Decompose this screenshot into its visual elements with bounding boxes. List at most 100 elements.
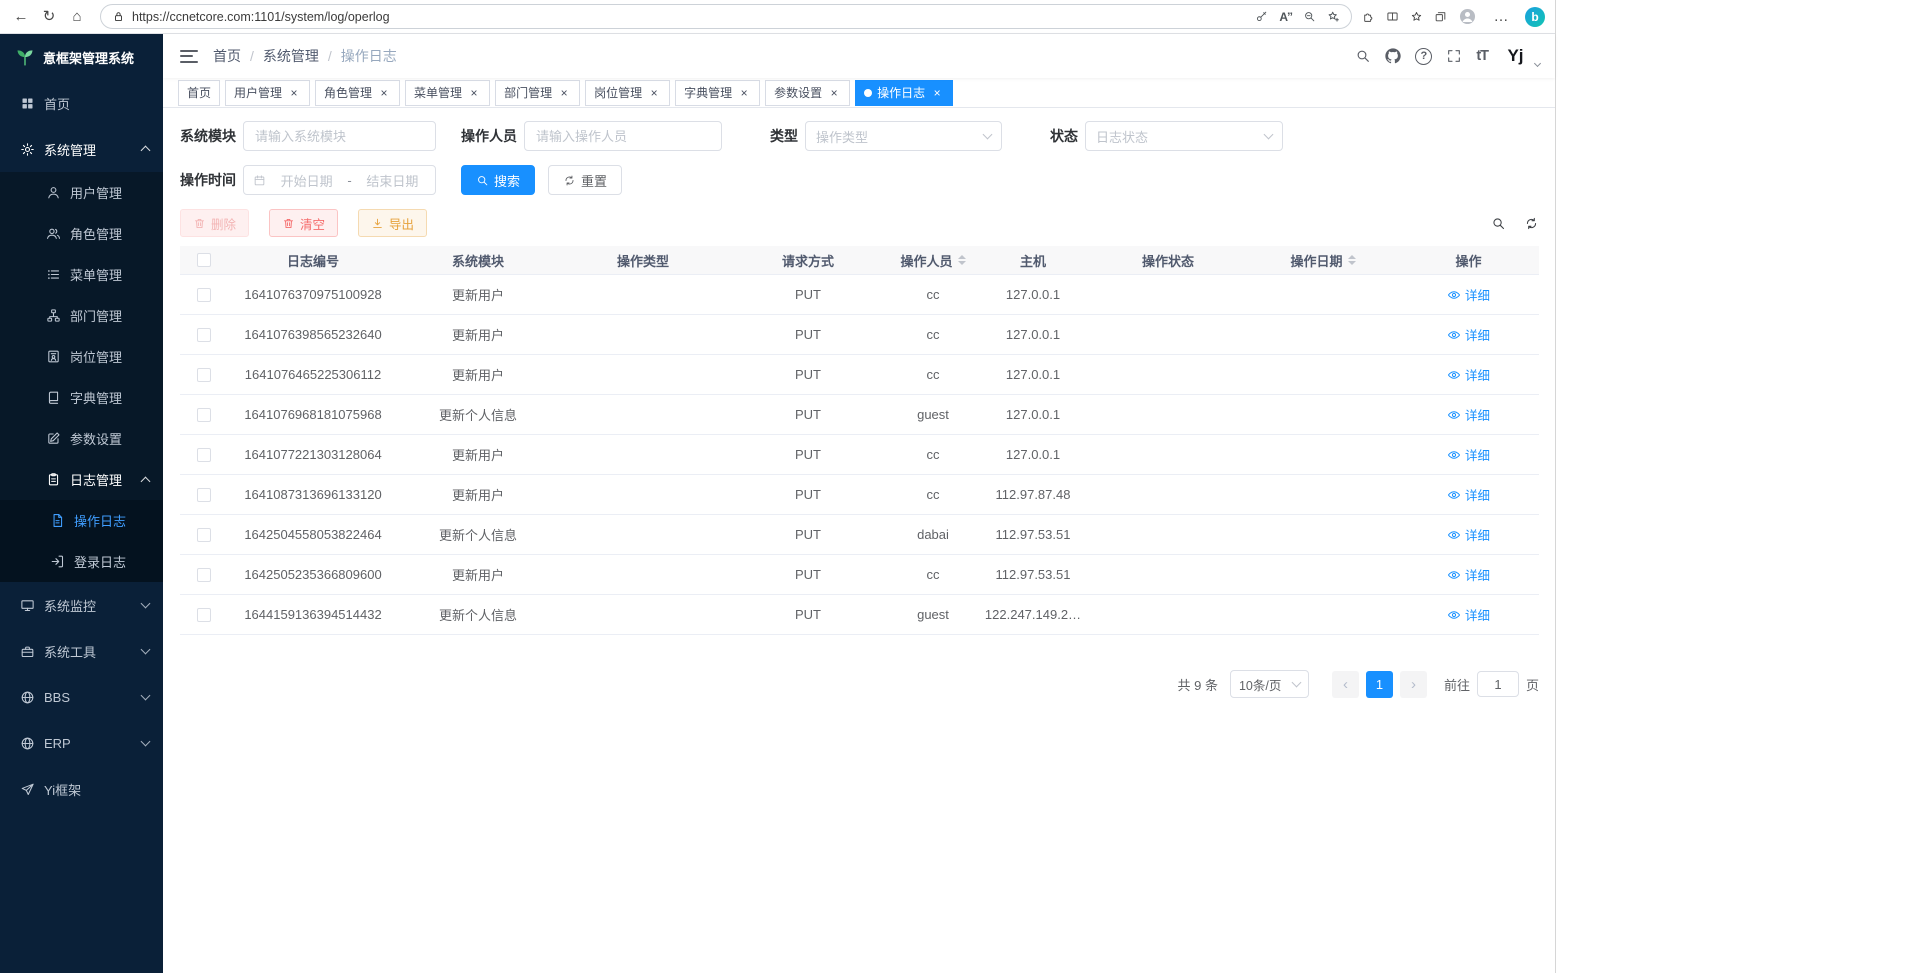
- profile-avatar-icon[interactable]: [1458, 7, 1477, 26]
- prev-page-button[interactable]: ‹: [1332, 671, 1359, 698]
- row-checkbox[interactable]: [197, 448, 211, 462]
- row-checkbox[interactable]: [197, 408, 211, 422]
- sidebar-item-system-mgmt[interactable]: 系统管理: [0, 126, 163, 172]
- close-icon[interactable]: ×: [467, 86, 481, 100]
- breadcrumb-system-mgmt[interactable]: 系统管理: [263, 46, 319, 66]
- detail-link[interactable]: 详细: [1447, 285, 1490, 304]
- favorites-bar-icon[interactable]: [1410, 10, 1423, 23]
- row-checkbox[interactable]: [197, 368, 211, 382]
- sidebar-item-dept-mgmt[interactable]: 部门管理: [0, 295, 163, 336]
- next-page-button[interactable]: ›: [1400, 671, 1427, 698]
- page-size-select[interactable]: 10条/页: [1230, 670, 1309, 698]
- breadcrumb-home[interactable]: 首页: [213, 46, 241, 66]
- close-icon[interactable]: ×: [647, 86, 661, 100]
- row-checkbox[interactable]: [197, 328, 211, 342]
- page-1-button[interactable]: 1: [1366, 671, 1393, 698]
- sort-caret[interactable]: [958, 255, 966, 265]
- sidebar-item-dict-mgmt[interactable]: 字典管理: [0, 377, 163, 418]
- help-icon[interactable]: ?: [1415, 48, 1432, 65]
- clear-button[interactable]: 清空: [269, 209, 338, 237]
- close-icon[interactable]: ×: [827, 86, 841, 100]
- goto-page-input[interactable]: [1477, 671, 1519, 697]
- tab-menu-mgmt[interactable]: 菜单管理×: [405, 80, 490, 106]
- extensions-puzzle-icon[interactable]: [1362, 10, 1375, 23]
- detail-link[interactable]: 详细: [1447, 525, 1490, 544]
- detail-link[interactable]: 详细: [1447, 365, 1490, 384]
- status-select[interactable]: 日志状态: [1085, 121, 1283, 151]
- detail-link[interactable]: 详细: [1447, 405, 1490, 424]
- sidebar-item-login-log[interactable]: 登录日志: [0, 541, 163, 582]
- password-key-icon[interactable]: [1255, 10, 1268, 23]
- start-date-placeholder[interactable]: 开始日期: [273, 171, 340, 190]
- tab-home[interactable]: 首页: [178, 80, 220, 106]
- tab-param-settings[interactable]: 参数设置×: [765, 80, 850, 106]
- tab-operation-log[interactable]: 操作日志×: [855, 80, 953, 106]
- font-size-icon[interactable]: tT: [1476, 48, 1488, 64]
- operator-input[interactable]: [524, 121, 722, 151]
- date-range-picker[interactable]: 开始日期 - 结束日期: [243, 165, 436, 195]
- sidebar-item-post-mgmt[interactable]: 岗位管理: [0, 336, 163, 377]
- github-icon[interactable]: [1385, 48, 1401, 64]
- search-icon[interactable]: [1355, 48, 1371, 64]
- sidebar-item-role-mgmt[interactable]: 角色管理: [0, 213, 163, 254]
- sidebar-item-system-monitor[interactable]: 系统监控: [0, 582, 163, 628]
- reset-button[interactable]: 重置: [548, 165, 622, 195]
- close-icon[interactable]: ×: [737, 86, 751, 100]
- more-menu-icon[interactable]: …: [1488, 4, 1514, 30]
- sidebar-item-yi-framework[interactable]: Yi框架: [0, 766, 163, 812]
- type-select[interactable]: 操作类型: [805, 121, 1002, 151]
- sidebar-item-erp[interactable]: ERP: [0, 720, 163, 766]
- sidebar-item-menu-mgmt[interactable]: 菜单管理: [0, 254, 163, 295]
- sidebar-item-log-mgmt[interactable]: 日志管理: [0, 459, 163, 500]
- tab-dict-mgmt[interactable]: 字典管理×: [675, 80, 760, 106]
- back-icon[interactable]: ←: [8, 4, 34, 30]
- sidebar-item-user-mgmt[interactable]: 用户管理: [0, 172, 163, 213]
- detail-link[interactable]: 详细: [1447, 605, 1490, 624]
- row-checkbox[interactable]: [197, 288, 211, 302]
- sidebar-item-bbs[interactable]: BBS: [0, 674, 163, 720]
- refresh-icon[interactable]: [1524, 216, 1539, 231]
- close-icon[interactable]: ×: [287, 86, 301, 100]
- close-icon[interactable]: ×: [557, 86, 571, 100]
- close-icon[interactable]: ×: [930, 86, 944, 100]
- delete-button[interactable]: 删除: [180, 209, 249, 237]
- sidebar-item-home[interactable]: 首页: [0, 80, 163, 126]
- sort-caret[interactable]: [1348, 255, 1356, 265]
- split-screen-icon[interactable]: [1386, 10, 1399, 23]
- end-date-placeholder[interactable]: 结束日期: [359, 171, 426, 190]
- module-input[interactable]: [243, 121, 436, 151]
- export-button[interactable]: 导出: [358, 209, 427, 237]
- row-checkbox[interactable]: [197, 488, 211, 502]
- close-icon[interactable]: ×: [377, 86, 391, 100]
- detail-link[interactable]: 详细: [1447, 325, 1490, 344]
- detail-link[interactable]: 详细: [1447, 485, 1490, 504]
- sidebar-item-operation-log[interactable]: 操作日志: [0, 500, 163, 541]
- fullscreen-icon[interactable]: [1446, 48, 1462, 64]
- sidebar-item-param-settings[interactable]: 参数设置: [0, 418, 163, 459]
- zoom-out-icon[interactable]: [1303, 10, 1316, 23]
- url-text[interactable]: https://ccnetcore.com:1101/system/log/op…: [132, 10, 1248, 24]
- tab-post-mgmt[interactable]: 岗位管理×: [585, 80, 670, 106]
- tab-user-mgmt[interactable]: 用户管理×: [225, 80, 310, 106]
- reload-icon[interactable]: ↻: [36, 4, 62, 30]
- row-checkbox[interactable]: [197, 568, 211, 582]
- favorite-star-icon[interactable]: [1327, 10, 1340, 23]
- home-icon[interactable]: ⌂: [64, 4, 90, 30]
- toggle-search-icon[interactable]: [1491, 216, 1506, 231]
- tab-role-mgmt[interactable]: 角色管理×: [315, 80, 400, 106]
- collections-icon[interactable]: [1434, 10, 1447, 23]
- row-checkbox[interactable]: [197, 528, 211, 542]
- sidebar-item-system-tools[interactable]: 系统工具: [0, 628, 163, 674]
- bing-discover-icon[interactable]: b: [1525, 7, 1545, 27]
- select-all-checkbox[interactable]: [197, 253, 211, 267]
- tab-dept-mgmt[interactable]: 部门管理×: [495, 80, 580, 106]
- row-checkbox[interactable]: [197, 608, 211, 622]
- detail-link[interactable]: 详细: [1447, 565, 1490, 584]
- search-button[interactable]: 搜索: [461, 165, 535, 195]
- detail-link[interactable]: 详细: [1447, 445, 1490, 464]
- read-aloud-icon[interactable]: A”: [1279, 10, 1292, 24]
- user-logo-avatar[interactable]: Yj: [1502, 43, 1529, 70]
- sidebar-toggle-icon[interactable]: [180, 50, 198, 63]
- address-bar[interactable]: https://ccnetcore.com:1101/system/log/op…: [100, 4, 1352, 29]
- app-logo[interactable]: 意框架管理系统: [0, 34, 163, 80]
